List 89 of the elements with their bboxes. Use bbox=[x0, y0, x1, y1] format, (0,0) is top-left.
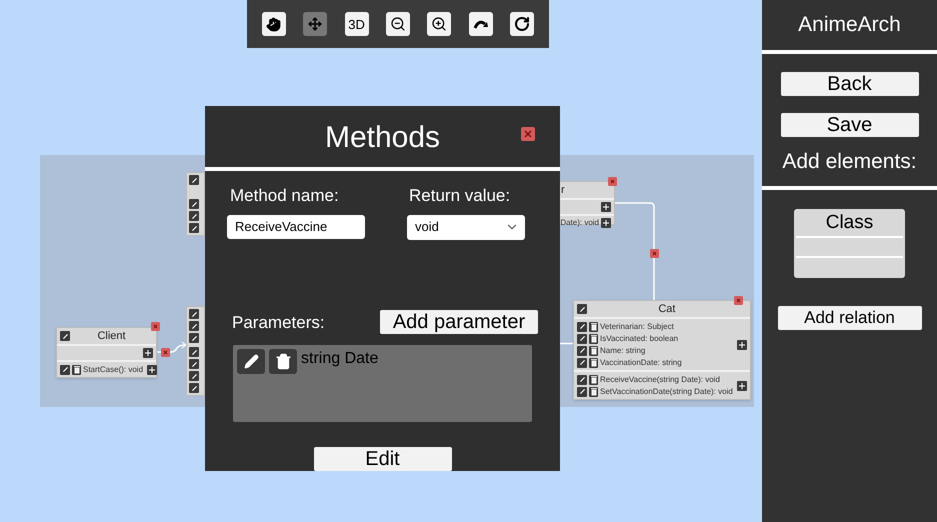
method-name-field[interactable]: ReceiveVaccine bbox=[227, 214, 365, 238]
delete-icon[interactable] bbox=[734, 296, 743, 305]
member-text: Date): void bbox=[560, 219, 599, 227]
reset-icon bbox=[514, 16, 530, 32]
return-type-select[interactable]: void bbox=[407, 214, 525, 240]
close-icon bbox=[524, 130, 532, 138]
delete-button[interactable] bbox=[269, 349, 297, 374]
delete-icon[interactable] bbox=[161, 348, 170, 357]
class-title: Client bbox=[96, 328, 127, 344]
class-template[interactable]: Class bbox=[794, 208, 905, 278]
edit-button[interactable] bbox=[237, 349, 265, 374]
tool-button[interactable] bbox=[427, 12, 452, 36]
class-node[interactable]: Cat Veterinarian: Subject IsVaccinated: boolean Name: string VaccinationDate: string ReceiveVaccine(string Date): void SetVaccinationDate(string Date): void bbox=[573, 300, 751, 400]
delete-icon[interactable] bbox=[151, 322, 160, 331]
sidebar-button[interactable]: Back bbox=[780, 72, 918, 96]
tool-button[interactable] bbox=[262, 12, 286, 36]
add-icon[interactable] bbox=[736, 340, 747, 350]
edit-icon[interactable] bbox=[60, 364, 70, 374]
tool-button[interactable] bbox=[386, 12, 410, 36]
edit-icon[interactable] bbox=[189, 223, 199, 233]
field-label: Return value: bbox=[408, 185, 512, 207]
app-title: AnimeArch bbox=[798, 12, 901, 38]
trash-icon[interactable] bbox=[589, 346, 598, 356]
curve-arrow-icon bbox=[472, 18, 489, 30]
edit-icon[interactable] bbox=[189, 333, 199, 343]
add-icon[interactable] bbox=[601, 202, 611, 212]
edit-icon[interactable] bbox=[189, 371, 199, 381]
trash-icon[interactable] bbox=[589, 322, 598, 332]
edit-icon[interactable] bbox=[577, 374, 587, 384]
add-icon[interactable] bbox=[736, 380, 747, 390]
trash-icon bbox=[274, 353, 292, 370]
tool-button[interactable] bbox=[510, 12, 534, 36]
connector-line bbox=[157, 342, 187, 356]
edit-icon[interactable] bbox=[189, 199, 199, 209]
edit-icon[interactable] bbox=[577, 322, 587, 332]
member-text: Veterinarian: Subject bbox=[600, 322, 674, 330]
trash-icon[interactable] bbox=[589, 374, 598, 384]
hand-icon bbox=[266, 16, 282, 32]
parameter-text: string Date bbox=[301, 351, 378, 367]
class-title: Cat bbox=[657, 302, 676, 317]
member-text: ReceiveVaccine(string Date): void bbox=[600, 376, 720, 384]
class-title: r bbox=[560, 183, 566, 198]
dialog-title: Methods bbox=[324, 120, 440, 156]
tool-button[interactable]: 3D bbox=[344, 12, 369, 36]
member-text: Name: string bbox=[600, 346, 646, 354]
edit-icon[interactable] bbox=[577, 304, 587, 314]
class-node[interactable] bbox=[186, 306, 205, 396]
pencil-icon bbox=[244, 354, 258, 369]
member-text: IsVaccinated: boolean bbox=[600, 334, 678, 342]
edit-icon[interactable] bbox=[189, 359, 199, 369]
field-label: Parameters: bbox=[232, 312, 325, 334]
add-icon[interactable] bbox=[601, 218, 611, 228]
edit-icon[interactable] bbox=[189, 383, 199, 393]
class-node[interactable] bbox=[186, 172, 205, 236]
trash-icon[interactable] bbox=[589, 334, 598, 344]
add-parameter-button[interactable]: Add parameter bbox=[380, 310, 538, 334]
trash-icon[interactable] bbox=[72, 364, 81, 374]
edit-icon[interactable] bbox=[189, 309, 199, 319]
member-text: SetVaccinationDate(string Date): void bbox=[600, 388, 733, 396]
edit-icon[interactable] bbox=[577, 358, 587, 368]
delete-icon[interactable] bbox=[650, 249, 659, 258]
trash-icon[interactable] bbox=[589, 358, 598, 368]
field-label: Method name: bbox=[229, 185, 340, 207]
edit-button[interactable]: Edit bbox=[314, 447, 452, 471]
edit-icon[interactable] bbox=[60, 331, 70, 341]
member-text: VaccinationDate: string bbox=[600, 358, 682, 366]
close-button[interactable] bbox=[521, 127, 535, 141]
zoom-in-icon bbox=[431, 16, 448, 32]
add-relation-button[interactable]: Add relation bbox=[778, 306, 922, 330]
edit-icon[interactable] bbox=[577, 346, 587, 356]
sidebar-button[interactable]: Save bbox=[780, 113, 918, 137]
section-label: Add elements: bbox=[782, 149, 917, 175]
move-icon bbox=[308, 17, 322, 31]
zoom-out-icon bbox=[390, 16, 406, 32]
edit-icon[interactable] bbox=[189, 175, 199, 185]
edit-icon[interactable] bbox=[189, 211, 199, 221]
add-icon[interactable] bbox=[147, 364, 158, 374]
edit-icon[interactable] bbox=[189, 321, 199, 331]
edit-icon[interactable] bbox=[189, 347, 199, 357]
edit-icon[interactable] bbox=[577, 386, 587, 396]
member-text: StartCase(): void bbox=[83, 366, 144, 374]
tool-button[interactable] bbox=[468, 12, 493, 36]
edit-icon[interactable] bbox=[577, 334, 587, 344]
delete-icon[interactable] bbox=[608, 177, 617, 186]
class-template-title: Class bbox=[824, 210, 874, 234]
connector-line bbox=[558, 342, 574, 345]
class-node[interactable]: Client StartCase(): void bbox=[56, 327, 157, 378]
add-icon[interactable] bbox=[143, 348, 153, 358]
trash-icon[interactable] bbox=[589, 386, 598, 396]
